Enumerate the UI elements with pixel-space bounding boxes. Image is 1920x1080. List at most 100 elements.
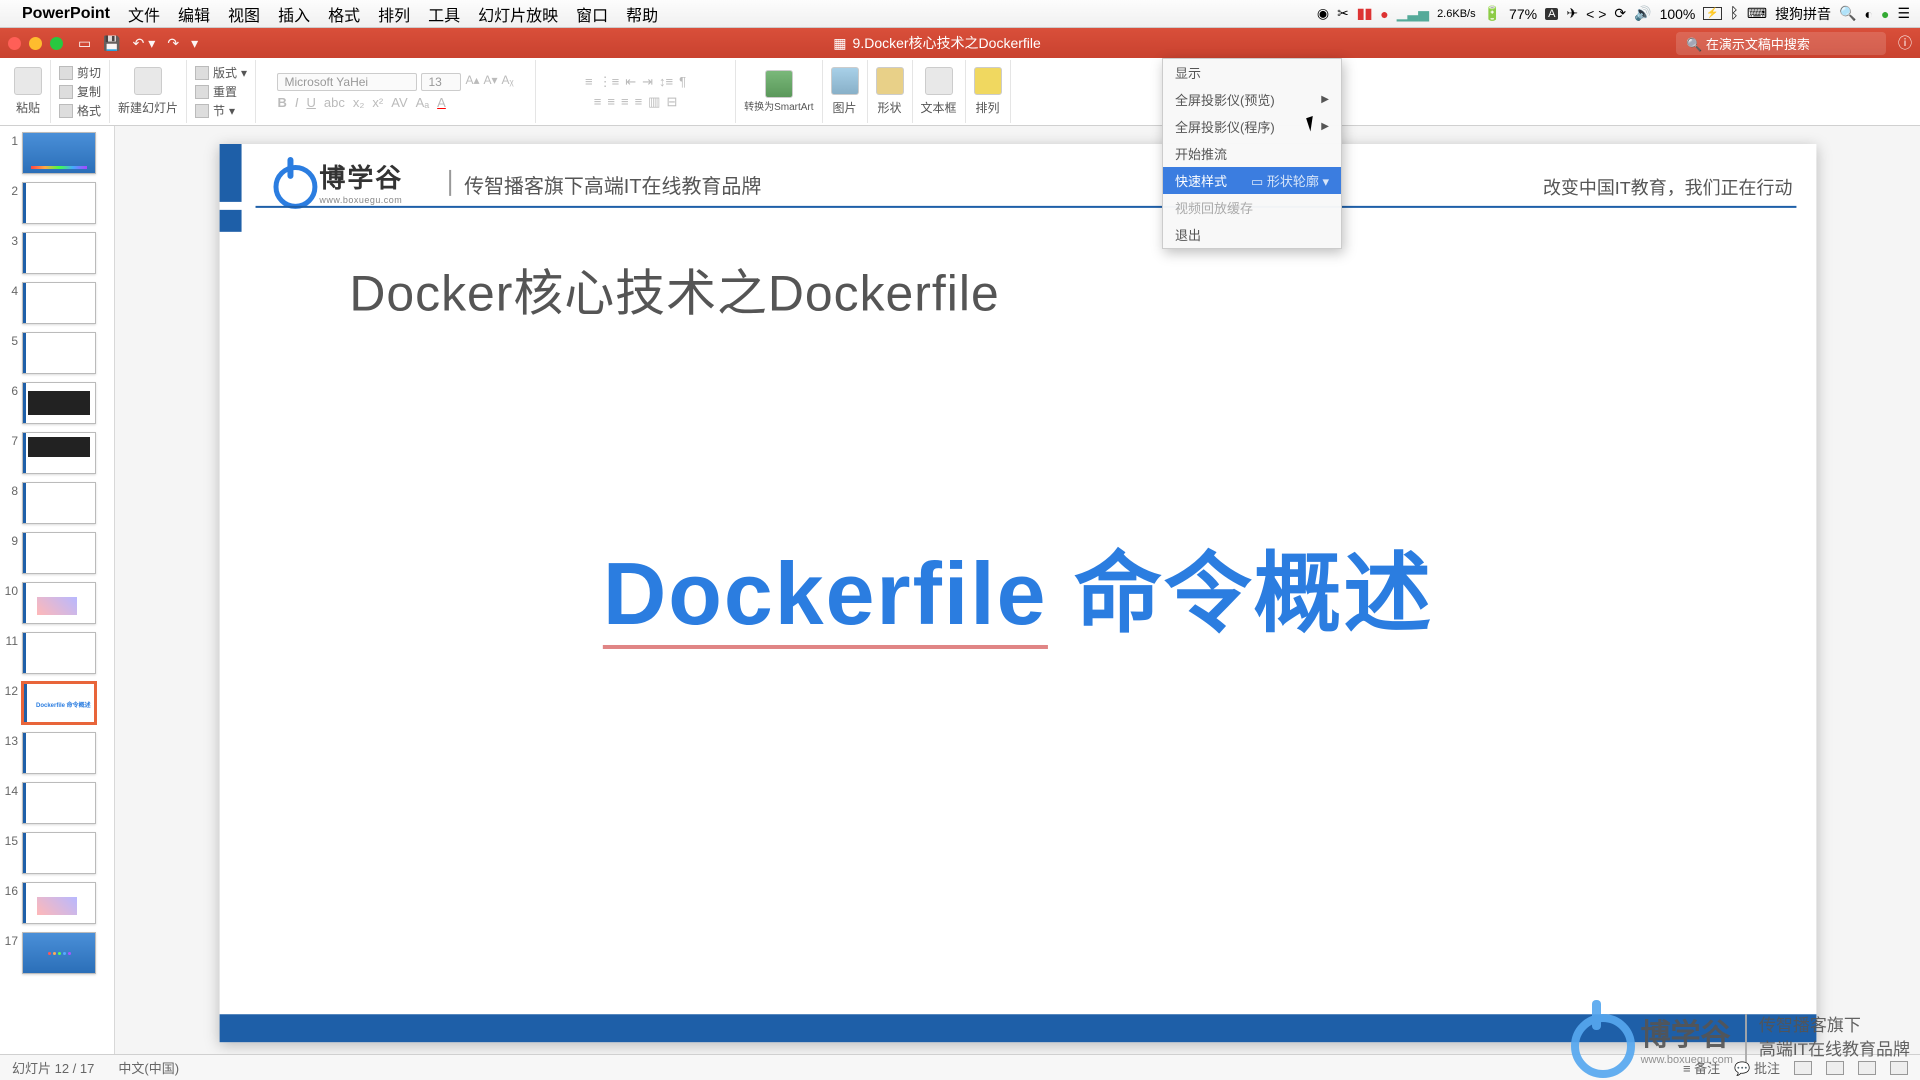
battery-icon[interactable]: 🔋 [1484, 5, 1501, 22]
align-center-icon[interactable]: ≡ [607, 94, 615, 110]
slide-subtitle[interactable]: Docker核心技术之Dockerfile [349, 254, 999, 326]
thumb-6[interactable] [22, 382, 96, 424]
clear-format-icon[interactable]: Aᵪ [502, 73, 514, 91]
siri-icon[interactable]: ◐ [1865, 6, 1873, 22]
outdent-icon[interactable]: ⇤ [625, 74, 636, 90]
scissors-icon[interactable]: ✂ [1337, 5, 1349, 22]
code-icon[interactable]: < > [1586, 6, 1606, 22]
undo-icon[interactable]: ↶ ▾ [133, 35, 156, 52]
save-icon[interactable]: 💾 [103, 35, 120, 52]
menu-insert[interactable]: 插入 [278, 2, 310, 26]
strike-icon[interactable]: abc [324, 95, 345, 110]
wechat-icon[interactable]: ● [1881, 6, 1889, 22]
thumb-4[interactable] [22, 282, 96, 324]
thumb-15[interactable] [22, 832, 96, 874]
menu-edit[interactable]: 编辑 [178, 2, 210, 26]
menu-window[interactable]: 窗口 [576, 2, 608, 26]
paste-icon[interactable] [14, 67, 42, 95]
thumb-14[interactable] [22, 782, 96, 824]
sub-icon[interactable]: x₂ [353, 95, 365, 110]
grow-font-icon[interactable]: A▴ [465, 73, 479, 91]
thumb-5[interactable] [22, 332, 96, 374]
dd-fullscreen-program[interactable]: 全屏投影仪(程序)▶ [1163, 113, 1341, 140]
menu-file[interactable]: 文件 [128, 2, 160, 26]
align-right-icon[interactable]: ≡ [621, 94, 629, 110]
thumb-16[interactable] [22, 882, 96, 924]
sync-icon[interactable]: ⟳ [1614, 5, 1626, 22]
close-button[interactable] [8, 37, 21, 50]
slide-area[interactable]: 博学谷 www.boxuegu.com 传智播客旗下高端IT在线教育品牌 改变中… [115, 126, 1920, 1054]
thumb-7[interactable] [22, 432, 96, 474]
cut-button[interactable]: 剪切 [59, 64, 101, 81]
dd-display[interactable]: 显示 [1163, 59, 1341, 86]
justify-icon[interactable]: ≡ [635, 94, 643, 110]
app-name[interactable]: PowerPoint [22, 5, 110, 23]
a-icon[interactable]: A [1545, 8, 1558, 20]
minimize-button[interactable] [29, 37, 42, 50]
thumb-2[interactable] [22, 182, 96, 224]
menu-format[interactable]: 格式 [328, 2, 360, 26]
picture-icon[interactable] [831, 67, 859, 95]
highlight-icon[interactable]: Aₐ [416, 95, 430, 110]
thumb-13[interactable] [22, 732, 96, 774]
dd-fullscreen-preview[interactable]: 全屏投影仪(预览)▶ [1163, 86, 1341, 113]
paperplane-icon[interactable]: ✈ [1566, 5, 1578, 22]
help-icon[interactable]: ⓘ [1898, 33, 1912, 53]
thumb-9[interactable] [22, 532, 96, 574]
direction-icon[interactable]: ¶ [679, 74, 686, 90]
arrange-icon[interactable] [974, 67, 1002, 95]
dd-start-stream[interactable]: 开始推流 [1163, 140, 1341, 167]
new-slide-icon[interactable] [134, 67, 162, 95]
align-left-icon[interactable]: ≡ [594, 94, 602, 110]
size-select[interactable]: 13 [421, 73, 461, 91]
volume-icon[interactable]: 🔊 [1634, 5, 1651, 22]
bold-icon[interactable]: B [277, 95, 286, 110]
align-text-icon[interactable]: ⊟ [666, 94, 677, 110]
menu-slideshow[interactable]: 幻灯片放映 [478, 2, 558, 26]
qat-more-icon[interactable]: ▾ [191, 35, 198, 52]
graph-icon[interactable]: ▁▃▅ [1397, 5, 1429, 22]
menu-arrange[interactable]: 排列 [378, 2, 410, 26]
charge-icon[interactable]: ⚡ [1703, 7, 1721, 20]
textbox-icon[interactable] [925, 67, 953, 95]
font-color-icon[interactable]: A [437, 95, 446, 110]
section-button[interactable]: 节 ▾ [195, 102, 235, 119]
indent-icon[interactable]: ⇥ [642, 74, 653, 90]
search-input[interactable]: 🔍 在演示文稿中搜索 [1676, 32, 1886, 55]
pause-icon[interactable]: ▮▮ [1357, 5, 1372, 22]
presenter-icon[interactable]: ▭ [78, 35, 91, 52]
columns-icon[interactable]: ▥ [648, 94, 660, 110]
font-select[interactable]: Microsoft YaHei [277, 73, 417, 91]
bt-icon[interactable]: ᛒ [1730, 5, 1739, 22]
dd-quickstyle[interactable]: 快速样式▭ 形状轮廓 ▾ [1163, 167, 1341, 194]
slide-main-title[interactable]: Dockerfile 命令概述 [219, 523, 1816, 650]
ime-label[interactable]: 搜狗拼音 [1775, 4, 1831, 24]
menu-tools[interactable]: 工具 [428, 2, 460, 26]
obs-icon[interactable]: ◉ [1317, 5, 1329, 22]
thumbnail-panel[interactable]: 1 2 3 4 5 6 7 8 9 10 11 12Dockerfile 命令概… [0, 126, 115, 1054]
menu-help[interactable]: 帮助 [626, 2, 658, 26]
bullets-icon[interactable]: ≡ [585, 74, 593, 90]
thumb-17[interactable] [22, 932, 96, 974]
numbering-icon[interactable]: ⋮≡ [599, 74, 620, 90]
format-button[interactable]: 格式 [59, 102, 101, 119]
thumb-10[interactable] [22, 582, 96, 624]
copy-button[interactable]: 复制 [59, 83, 101, 100]
redo-icon[interactable]: ↷ [167, 35, 179, 52]
shrink-font-icon[interactable]: A▾ [484, 73, 498, 91]
thumb-12[interactable]: Dockerfile 命令概述 [22, 682, 96, 724]
thumb-3[interactable] [22, 232, 96, 274]
zoom-button[interactable] [50, 37, 63, 50]
thumb-8[interactable] [22, 482, 96, 524]
italic-icon[interactable]: I [295, 95, 299, 110]
ime-icon[interactable]: ⌨ [1747, 5, 1767, 22]
thumb-11[interactable] [22, 632, 96, 674]
underline-icon[interactable]: U [307, 95, 316, 110]
rec-icon[interactable]: ● [1380, 6, 1388, 22]
thumb-1[interactable] [22, 132, 96, 174]
dd-exit[interactable]: 退出 [1163, 221, 1341, 248]
sup-icon[interactable]: x² [372, 95, 383, 110]
reset-button[interactable]: 重置 [195, 83, 237, 100]
layout-button[interactable]: 版式 ▾ [195, 64, 247, 81]
shapes-icon[interactable] [876, 67, 904, 95]
